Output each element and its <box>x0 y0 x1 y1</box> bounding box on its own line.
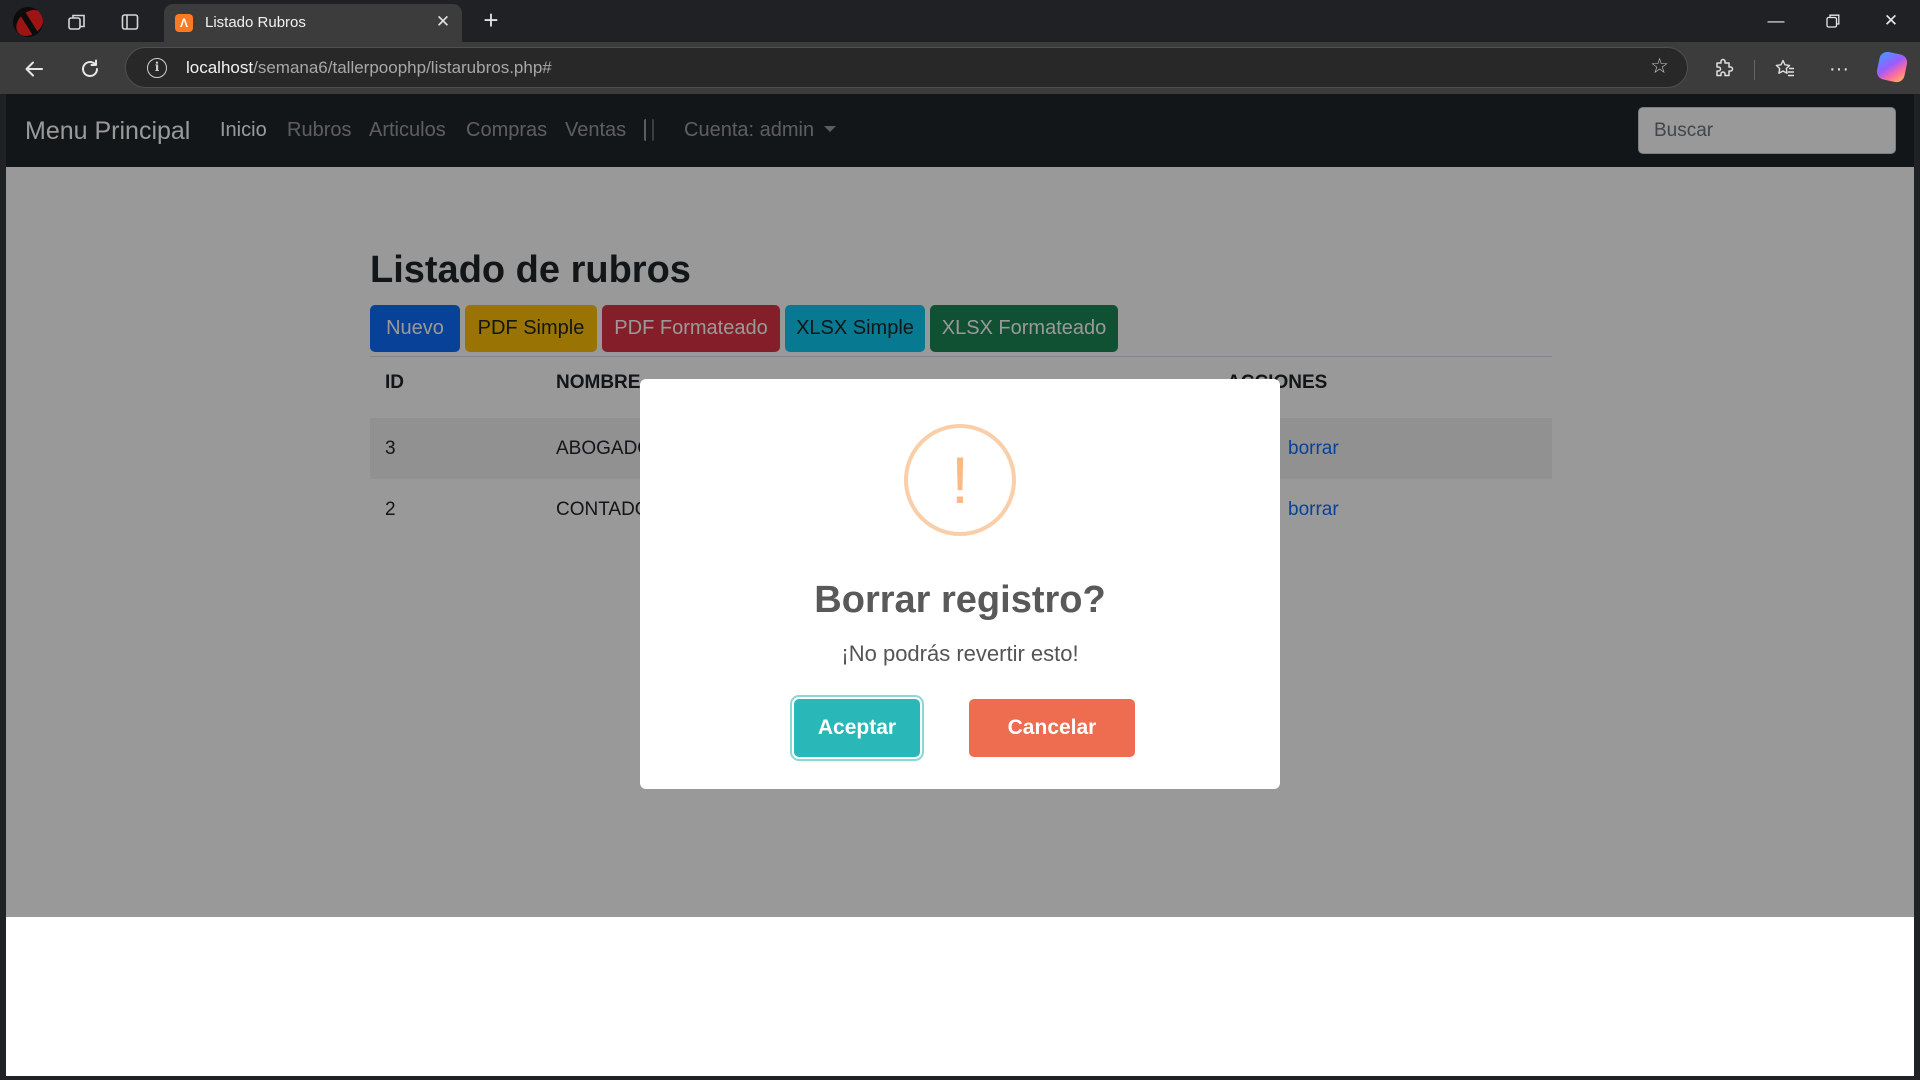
workspaces-icon[interactable] <box>64 9 90 35</box>
aceptar-button[interactable]: Aceptar <box>794 699 920 757</box>
plus-icon[interactable]: + <box>476 5 506 35</box>
close-window-icon[interactable]: ✕ <box>1871 6 1911 36</box>
dialog-text: ¡No podrás revertir esto! <box>841 641 1079 666</box>
active-tab[interactable]: Ʌ Listado Rubros ✕ <box>164 4 462 42</box>
close-icon[interactable]: ✕ <box>432 11 454 33</box>
back-icon[interactable] <box>18 53 50 85</box>
exclamation-glyph: ! <box>950 443 970 517</box>
browser-tab-strip: Ʌ Listado Rubros ✕ + — ✕ <box>0 0 1920 42</box>
minimize-icon[interactable]: — <box>1756 6 1796 36</box>
favorites-icon[interactable] <box>1768 53 1802 85</box>
extensions-icon[interactable] <box>1707 53 1741 85</box>
toolbar-divider <box>1754 60 1755 80</box>
url-text: localhost/semana6/tallerpoophp/listarubr… <box>186 58 552 77</box>
tab-actions-icon[interactable] <box>117 9 143 35</box>
xampp-favicon-icon: Ʌ <box>175 14 193 32</box>
cancelar-button[interactable]: Cancelar <box>969 699 1135 757</box>
warning-icon: ! <box>904 424 1016 536</box>
browser-toolbar: i localhost/semana6/tallerpoophp/listaru… <box>0 42 1920 94</box>
more-icon[interactable]: ··· <box>1822 53 1856 85</box>
refresh-icon[interactable] <box>74 53 106 85</box>
page-viewport: Menu Principal Inicio Rubros Articulos C… <box>6 94 1914 1076</box>
confirm-dialog: ! Borrar registro? ¡No podrás revertir e… <box>640 379 1280 789</box>
restore-icon[interactable] <box>1813 6 1853 36</box>
address-bar[interactable]: i localhost/semana6/tallerpoophp/listaru… <box>125 47 1688 88</box>
site-info-icon[interactable]: i <box>147 58 167 78</box>
favorite-star-icon[interactable]: ☆ <box>1650 54 1669 79</box>
profile-avatar-icon[interactable] <box>13 7 43 37</box>
tab-title: Listado Rubros <box>205 14 306 31</box>
dialog-title: Borrar registro? <box>814 579 1106 621</box>
